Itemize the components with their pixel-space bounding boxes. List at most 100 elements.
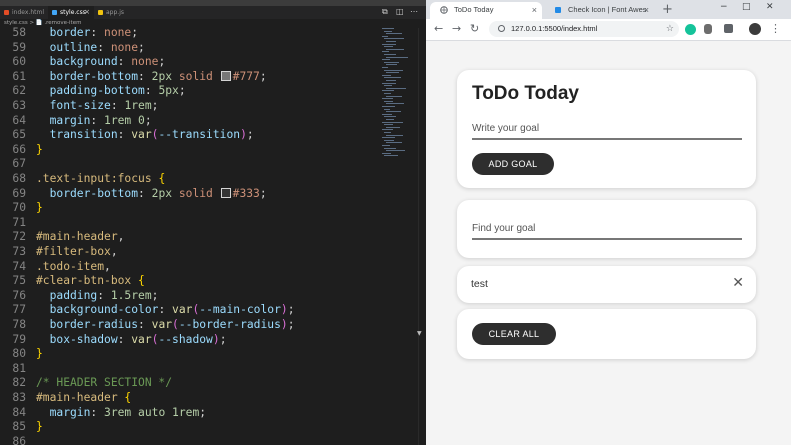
- remove-item-icon[interactable]: ✕: [732, 275, 744, 291]
- code-line[interactable]: 75 #clear-btn-box {: [0, 274, 380, 289]
- color-swatch[interactable]: [220, 187, 231, 198]
- code-line[interactable]: 60 background: none;: [0, 55, 380, 70]
- code-line[interactable]: 82 /* HEADER SECTION */: [0, 376, 380, 391]
- split-editor-icon[interactable]: ⧉: [382, 7, 388, 17]
- code-token: #clear-btn-box: [36, 274, 139, 288]
- minimap-line: [382, 82, 396, 84]
- code-token: /* HEADER SECTION */: [36, 376, 173, 390]
- browser-tab-label: Check Icon | Font Awes: [568, 5, 647, 14]
- minimap-line: [382, 51, 389, 53]
- todo-page: ToDo Today ADD GOAL test ✕ CLEAR ALL: [426, 41, 791, 445]
- code-line[interactable]: 80}: [0, 347, 380, 362]
- code-token: --transition: [158, 128, 241, 142]
- filter-box: [457, 200, 756, 258]
- code-line[interactable]: 70}: [0, 201, 380, 216]
- grammarly-extension-icon[interactable]: [685, 24, 696, 35]
- code-token: :: [144, 84, 159, 98]
- bookmark-star-icon[interactable]: ☆: [666, 21, 674, 37]
- color-swatch[interactable]: [220, 70, 231, 81]
- close-tab-icon[interactable]: ×: [532, 2, 537, 18]
- code-line[interactable]: 74 .todo-item,: [0, 260, 380, 275]
- code-token: transition: [36, 128, 118, 142]
- code-line[interactable]: 68 .text-input:focus {: [0, 172, 380, 187]
- editor-tab-app-js[interactable]: app.js: [94, 6, 134, 19]
- code-line[interactable]: 71: [0, 216, 380, 231]
- minimize-icon[interactable]: −: [720, 0, 728, 15]
- code-line[interactable]: 58 border: none;: [0, 26, 380, 41]
- code-line[interactable]: 61 border-bottom: 2px solid #777;: [0, 70, 380, 85]
- profile-avatar[interactable]: [749, 23, 761, 35]
- browser-tab-todo[interactable]: ToDo Today ×: [430, 2, 542, 19]
- clear-all-button[interactable]: CLEAR ALL: [472, 323, 556, 345]
- code-token: var: [131, 128, 152, 142]
- reload-icon[interactable]: ↻: [470, 22, 479, 36]
- code-token: :: [90, 405, 105, 419]
- code-line[interactable]: 72 #main-header,: [0, 230, 380, 245]
- editor-tab-style-css[interactable]: style.css ×: [48, 6, 94, 19]
- code-line[interactable]: 62 padding-bottom: 5px;: [0, 84, 380, 99]
- microphone-extension-icon[interactable]: [704, 24, 712, 34]
- forward-icon[interactable]: →: [452, 22, 461, 36]
- more-actions-icon[interactable]: ⋯: [410, 7, 418, 17]
- code-token: background-color: [36, 303, 159, 317]
- code-token: 5px: [158, 84, 179, 98]
- minimap[interactable]: [382, 28, 418, 168]
- site-info-icon[interactable]: [498, 25, 505, 32]
- code-line[interactable]: 66}: [0, 143, 380, 158]
- code-line[interactable]: 81: [0, 362, 380, 377]
- code-token: {: [138, 274, 145, 288]
- code-line[interactable]: 85}: [0, 420, 380, 435]
- back-icon[interactable]: ←: [434, 22, 443, 36]
- code-line[interactable]: 69 border-bottom: 2px solid #333;: [0, 187, 380, 202]
- code-token: }: [36, 201, 43, 215]
- code-token: }: [36, 142, 43, 156]
- code-line[interactable]: 78 border-radius: var(--border-radius);: [0, 318, 380, 333]
- code-line[interactable]: 64 margin: 1rem 0;: [0, 114, 380, 129]
- code-token: ,: [104, 259, 111, 273]
- code-token: :: [138, 318, 152, 331]
- minimap-line: [384, 46, 393, 48]
- editor-tab-label: style.css: [60, 9, 86, 16]
- close-icon[interactable]: ×: [84, 6, 90, 19]
- code-line[interactable]: 86: [0, 435, 380, 445]
- new-tab-icon[interactable]: +: [662, 2, 673, 17]
- code-line[interactable]: 76 padding: 1.5rem;: [0, 289, 380, 304]
- code-line[interactable]: 77 background-color: var(--main-color);: [0, 303, 380, 318]
- code-token: #main-header: [36, 230, 118, 244]
- close-tab-icon[interactable]: ×: [644, 2, 649, 18]
- line-number: 77: [12, 303, 26, 317]
- editor-tab-index-html[interactable]: index.html: [0, 6, 48, 19]
- code-token: margin: [36, 113, 91, 127]
- filter-input[interactable]: [472, 223, 742, 240]
- browser-menu-icon[interactable]: ⋮: [770, 22, 781, 36]
- code-token: font-size: [36, 99, 111, 112]
- code-token: box-shadow: [36, 332, 118, 346]
- code-line[interactable]: 59 outline: none;: [0, 41, 380, 56]
- code-token: :: [117, 55, 132, 69]
- code-line[interactable]: 83 #main-header {: [0, 391, 380, 406]
- code-line[interactable]: 65 transition: var(--transition);: [0, 128, 380, 143]
- maximize-icon[interactable]: □: [742, 0, 751, 15]
- add-goal-button[interactable]: ADD GOAL: [472, 153, 554, 175]
- code-line[interactable]: 84 margin: 3rem auto 1rem;: [0, 406, 380, 421]
- editor-scrollbar[interactable]: [418, 28, 426, 445]
- close-window-icon[interactable]: ✕: [766, 0, 774, 15]
- minimap-line: [384, 132, 391, 133]
- minimap-line: [386, 126, 400, 128]
- goal-input[interactable]: [472, 123, 742, 140]
- eyedropper-extension-icon[interactable]: [724, 24, 733, 33]
- browser-tab-check-icon[interactable]: Check Icon | Font Awes ×: [544, 2, 654, 19]
- minimap-line: [386, 33, 402, 35]
- minimap-line: [386, 103, 404, 105]
- line-content: }: [36, 347, 43, 362]
- code-line[interactable]: 67: [0, 157, 380, 172]
- code-line[interactable]: 63 font-size: 1rem;: [0, 99, 380, 114]
- code-token: ;: [178, 84, 186, 98]
- scroll-down-icon[interactable]: ▼: [417, 330, 422, 337]
- address-bar[interactable]: 127.0.0.1:5500/index.html ☆: [489, 21, 679, 37]
- code-line[interactable]: 73 #filter-box,: [0, 245, 380, 260]
- address-text[interactable]: 127.0.0.1:5500/index.html: [511, 21, 597, 37]
- line-content: /* HEADER SECTION */: [36, 376, 172, 391]
- code-line[interactable]: 79 box-shadow: var(--shadow);: [0, 333, 380, 348]
- layout-icon[interactable]: ◫: [396, 7, 404, 17]
